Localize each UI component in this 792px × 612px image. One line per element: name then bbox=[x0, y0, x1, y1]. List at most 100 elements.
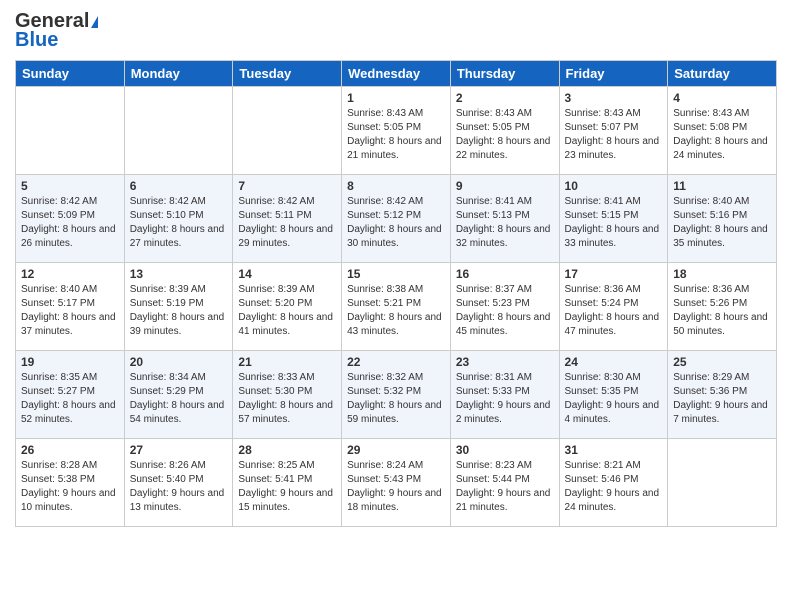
calendar-day-cell: 5 Sunrise: 8:42 AM Sunset: 5:09 PM Daylig… bbox=[16, 175, 125, 263]
logo: General Blue bbox=[15, 10, 98, 52]
calendar-day-cell bbox=[668, 439, 777, 527]
day-number: 17 bbox=[565, 267, 663, 281]
weekday-header: Monday bbox=[124, 61, 233, 87]
day-number: 8 bbox=[347, 179, 445, 193]
day-info: Sunrise: 8:31 AM Sunset: 5:33 PM Dayligh… bbox=[456, 371, 554, 427]
page: General Blue SundayMondayTuesdayWednesda… bbox=[0, 0, 792, 612]
day-number: 21 bbox=[238, 355, 336, 369]
day-info: Sunrise: 8:36 AM Sunset: 5:24 PM Dayligh… bbox=[565, 283, 663, 339]
calendar-week-row: 12 Sunrise: 8:40 AM Sunset: 5:17 PM Dayli… bbox=[16, 263, 777, 351]
day-number: 3 bbox=[565, 91, 663, 105]
day-number: 24 bbox=[565, 355, 663, 369]
day-number: 11 bbox=[673, 179, 771, 193]
day-number: 29 bbox=[347, 443, 445, 457]
day-number: 30 bbox=[456, 443, 554, 457]
calendar-day-cell: 17 Sunrise: 8:36 AM Sunset: 5:24 PM Dayli… bbox=[559, 263, 668, 351]
calendar-header-row: SundayMondayTuesdayWednesdayThursdayFrid… bbox=[16, 61, 777, 87]
day-info: Sunrise: 8:33 AM Sunset: 5:30 PM Dayligh… bbox=[238, 371, 336, 427]
day-info: Sunrise: 8:42 AM Sunset: 5:09 PM Dayligh… bbox=[21, 195, 119, 251]
calendar-day-cell: 8 Sunrise: 8:42 AM Sunset: 5:12 PM Daylig… bbox=[342, 175, 451, 263]
day-number: 19 bbox=[21, 355, 119, 369]
day-number: 27 bbox=[130, 443, 228, 457]
calendar-week-row: 1Sunrise: 8:43 AM Sunset: 5:05 PM Daylig… bbox=[16, 87, 777, 175]
day-info: Sunrise: 8:38 AM Sunset: 5:21 PM Dayligh… bbox=[347, 283, 445, 339]
day-number: 31 bbox=[565, 443, 663, 457]
calendar-day-cell: 27 Sunrise: 8:26 AM Sunset: 5:40 PM Dayli… bbox=[124, 439, 233, 527]
weekday-header: Tuesday bbox=[233, 61, 342, 87]
day-info: Sunrise: 8:43 AM Sunset: 5:05 PM Dayligh… bbox=[456, 107, 554, 163]
calendar-day-cell: 26Sunrise: 8:28 AM Sunset: 5:38 PM Dayli… bbox=[16, 439, 125, 527]
day-info: Sunrise: 8:41 AM Sunset: 5:15 PM Dayligh… bbox=[565, 195, 663, 251]
calendar-day-cell: 15Sunrise: 8:38 AM Sunset: 5:21 PM Dayli… bbox=[342, 263, 451, 351]
day-info: Sunrise: 8:40 AM Sunset: 5:17 PM Dayligh… bbox=[21, 283, 119, 339]
calendar-day-cell: 28 Sunrise: 8:25 AM Sunset: 5:41 PM Dayli… bbox=[233, 439, 342, 527]
day-number: 14 bbox=[238, 267, 336, 281]
day-number: 18 bbox=[673, 267, 771, 281]
day-number: 25 bbox=[673, 355, 771, 369]
calendar-day-cell: 25Sunrise: 8:29 AM Sunset: 5:36 PM Dayli… bbox=[668, 351, 777, 439]
calendar-day-cell: 9 Sunrise: 8:41 AM Sunset: 5:13 PM Daylig… bbox=[450, 175, 559, 263]
day-info: Sunrise: 8:21 AM Sunset: 5:46 PM Dayligh… bbox=[565, 459, 663, 515]
calendar-day-cell: 16 Sunrise: 8:37 AM Sunset: 5:23 PM Dayli… bbox=[450, 263, 559, 351]
day-number: 9 bbox=[456, 179, 554, 193]
day-number: 16 bbox=[456, 267, 554, 281]
logo-blue-text: Blue bbox=[15, 29, 58, 52]
day-info: Sunrise: 8:24 AM Sunset: 5:43 PM Dayligh… bbox=[347, 459, 445, 515]
day-number: 22 bbox=[347, 355, 445, 369]
day-number: 2 bbox=[456, 91, 554, 105]
calendar-day-cell: 29 Sunrise: 8:24 AM Sunset: 5:43 PM Dayli… bbox=[342, 439, 451, 527]
header: General Blue bbox=[15, 10, 777, 52]
calendar-day-cell: 30 Sunrise: 8:23 AM Sunset: 5:44 PM Dayli… bbox=[450, 439, 559, 527]
calendar-day-cell: 31 Sunrise: 8:21 AM Sunset: 5:46 PM Dayli… bbox=[559, 439, 668, 527]
day-info: Sunrise: 8:42 AM Sunset: 5:10 PM Dayligh… bbox=[130, 195, 228, 251]
day-number: 28 bbox=[238, 443, 336, 457]
day-info: Sunrise: 8:42 AM Sunset: 5:11 PM Dayligh… bbox=[238, 195, 336, 251]
day-info: Sunrise: 8:43 AM Sunset: 5:05 PM Dayligh… bbox=[347, 107, 445, 163]
day-info: Sunrise: 8:41 AM Sunset: 5:13 PM Dayligh… bbox=[456, 195, 554, 251]
day-info: Sunrise: 8:42 AM Sunset: 5:12 PM Dayligh… bbox=[347, 195, 445, 251]
calendar-day-cell: 2 Sunrise: 8:43 AM Sunset: 5:05 PM Daylig… bbox=[450, 87, 559, 175]
calendar-day-cell: 23 Sunrise: 8:31 AM Sunset: 5:33 PM Dayli… bbox=[450, 351, 559, 439]
calendar-day-cell: 6Sunrise: 8:42 AM Sunset: 5:10 PM Daylig… bbox=[124, 175, 233, 263]
day-number: 4 bbox=[673, 91, 771, 105]
day-info: Sunrise: 8:37 AM Sunset: 5:23 PM Dayligh… bbox=[456, 283, 554, 339]
day-number: 5 bbox=[21, 179, 119, 193]
day-info: Sunrise: 8:39 AM Sunset: 5:20 PM Dayligh… bbox=[238, 283, 336, 339]
calendar-day-cell: 18 Sunrise: 8:36 AM Sunset: 5:26 PM Dayli… bbox=[668, 263, 777, 351]
day-number: 10 bbox=[565, 179, 663, 193]
calendar-week-row: 26Sunrise: 8:28 AM Sunset: 5:38 PM Dayli… bbox=[16, 439, 777, 527]
calendar-day-cell: 14 Sunrise: 8:39 AM Sunset: 5:20 PM Dayli… bbox=[233, 263, 342, 351]
weekday-header: Wednesday bbox=[342, 61, 451, 87]
calendar-day-cell: 13 Sunrise: 8:39 AM Sunset: 5:19 PM Dayli… bbox=[124, 263, 233, 351]
day-info: Sunrise: 8:25 AM Sunset: 5:41 PM Dayligh… bbox=[238, 459, 336, 515]
calendar-day-cell: 12 Sunrise: 8:40 AM Sunset: 5:17 PM Dayli… bbox=[16, 263, 125, 351]
calendar-day-cell: 3 Sunrise: 8:43 AM Sunset: 5:07 PM Daylig… bbox=[559, 87, 668, 175]
day-info: Sunrise: 8:30 AM Sunset: 5:35 PM Dayligh… bbox=[565, 371, 663, 427]
calendar-day-cell: 21 Sunrise: 8:33 AM Sunset: 5:30 PM Dayli… bbox=[233, 351, 342, 439]
day-info: Sunrise: 8:36 AM Sunset: 5:26 PM Dayligh… bbox=[673, 283, 771, 339]
day-info: Sunrise: 8:32 AM Sunset: 5:32 PM Dayligh… bbox=[347, 371, 445, 427]
calendar-day-cell: 11Sunrise: 8:40 AM Sunset: 5:16 PM Dayli… bbox=[668, 175, 777, 263]
calendar-day-cell: 4 Sunrise: 8:43 AM Sunset: 5:08 PM Daylig… bbox=[668, 87, 777, 175]
weekday-header: Thursday bbox=[450, 61, 559, 87]
calendar-day-cell bbox=[233, 87, 342, 175]
day-info: Sunrise: 8:23 AM Sunset: 5:44 PM Dayligh… bbox=[456, 459, 554, 515]
day-info: Sunrise: 8:26 AM Sunset: 5:40 PM Dayligh… bbox=[130, 459, 228, 515]
day-info: Sunrise: 8:43 AM Sunset: 5:07 PM Dayligh… bbox=[565, 107, 663, 163]
day-number: 23 bbox=[456, 355, 554, 369]
calendar-day-cell: 24 Sunrise: 8:30 AM Sunset: 5:35 PM Dayli… bbox=[559, 351, 668, 439]
day-info: Sunrise: 8:28 AM Sunset: 5:38 PM Dayligh… bbox=[21, 459, 119, 515]
weekday-header: Sunday bbox=[16, 61, 125, 87]
day-number: 12 bbox=[21, 267, 119, 281]
calendar-table: SundayMondayTuesdayWednesdayThursdayFrid… bbox=[15, 60, 777, 527]
day-number: 20 bbox=[130, 355, 228, 369]
weekday-header: Friday bbox=[559, 61, 668, 87]
logo-triangle-icon bbox=[91, 16, 98, 28]
day-number: 13 bbox=[130, 267, 228, 281]
day-info: Sunrise: 8:39 AM Sunset: 5:19 PM Dayligh… bbox=[130, 283, 228, 339]
day-info: Sunrise: 8:43 AM Sunset: 5:08 PM Dayligh… bbox=[673, 107, 771, 163]
calendar-week-row: 19Sunrise: 8:35 AM Sunset: 5:27 PM Dayli… bbox=[16, 351, 777, 439]
day-number: 7 bbox=[238, 179, 336, 193]
weekday-header: Saturday bbox=[668, 61, 777, 87]
calendar-day-cell bbox=[16, 87, 125, 175]
